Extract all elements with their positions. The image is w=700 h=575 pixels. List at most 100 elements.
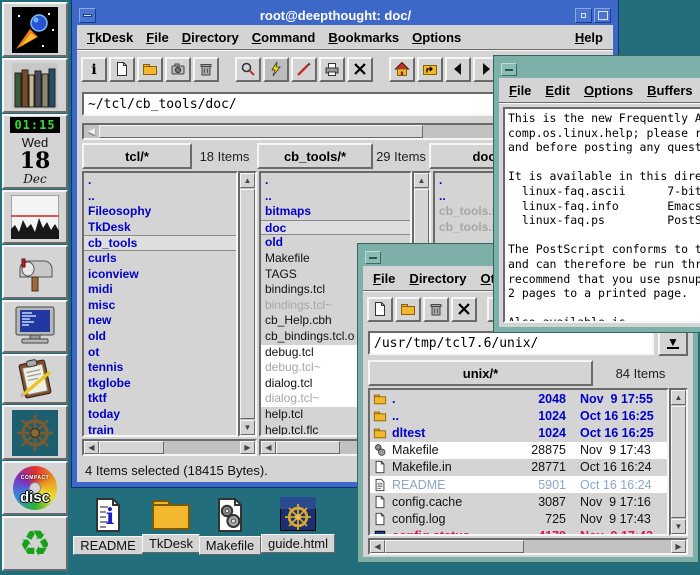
browser-vscrollbar[interactable]: ▲ ▼: [669, 388, 688, 536]
print-button[interactable]: [319, 57, 345, 82]
file-item[interactable]: iconview: [84, 267, 236, 283]
path-input[interactable]: [368, 331, 654, 355]
scroll-left-arrow[interactable]: ◀: [84, 441, 99, 454]
home-button[interactable]: [389, 57, 415, 82]
dock-mailbox-button[interactable]: [2, 245, 68, 299]
menu-tkdesk[interactable]: TkDesk: [87, 30, 133, 45]
window-menu-button[interactable]: [365, 251, 381, 264]
back-button[interactable]: [445, 57, 471, 82]
pane-scroll-marker[interactable]: ◀: [84, 125, 99, 138]
scroll-thumb[interactable]: [276, 441, 340, 454]
menu-file[interactable]: File: [373, 271, 395, 286]
file-item[interactable]: Fileosophy: [84, 204, 236, 220]
scroll-left-arrow[interactable]: ◀: [261, 441, 276, 454]
main-window-titlebar[interactable]: root@deepthought: doc/: [77, 5, 613, 25]
file-item[interactable]: tktf: [84, 391, 236, 407]
scroll-thumb[interactable]: [385, 540, 524, 553]
dock-books-button[interactable]: [2, 58, 68, 113]
file-item-active[interactable]: cb_tools: [84, 235, 236, 251]
pane2-header-button[interactable]: cb_tools/*: [257, 143, 373, 169]
scroll-down-arrow[interactable]: ▼: [671, 519, 686, 534]
desktop-icon-tkdesk[interactable]: TkDesk: [142, 497, 200, 553]
scroll-left-arrow[interactable]: ◀: [370, 540, 385, 553]
scroll-thumb[interactable]: [240, 189, 255, 419]
maximize-button[interactable]: [594, 8, 611, 23]
info-button[interactable]: [81, 57, 107, 82]
menu-file[interactable]: File: [146, 30, 168, 45]
dock-cdrom-button[interactable]: COMPACT disc: [2, 461, 68, 515]
scroll-thumb[interactable]: [99, 441, 164, 454]
scroll-up-arrow[interactable]: ▲: [240, 173, 255, 188]
pane1-hscrollbar[interactable]: ◀ ▶: [82, 439, 257, 456]
edit-button[interactable]: [291, 57, 317, 82]
search-button[interactable]: [235, 57, 261, 82]
pane-scroll-thumb[interactable]: [99, 125, 423, 138]
delete-button[interactable]: [451, 297, 477, 322]
open-folder-button[interactable]: [395, 297, 421, 322]
pane1-header-button[interactable]: tcl/*: [82, 143, 192, 169]
file-row[interactable]: dltest1024Oct 16 16:25: [370, 424, 667, 441]
file-item[interactable]: ..: [261, 189, 410, 205]
file-row[interactable]: Makefile.in28771Oct 16 16:24: [370, 459, 667, 476]
scroll-thumb[interactable]: [671, 406, 686, 518]
scroll-up-arrow[interactable]: ▲: [414, 173, 429, 188]
desktop-icon-makefile[interactable]: Makefile: [198, 497, 262, 555]
dock-load-graph-button[interactable]: [2, 190, 68, 244]
file-row-selected[interactable]: Makefile28875Nov 9 17:43: [370, 442, 667, 459]
file-item[interactable]: TkDesk: [84, 220, 236, 236]
file-row[interactable]: config.cache3087Nov 9 17:16: [370, 493, 667, 510]
editor-titlebar[interactable]: [499, 61, 700, 78]
dock-helm-button[interactable]: [2, 405, 68, 460]
dir-header-button[interactable]: unix/*: [368, 360, 593, 386]
file-item[interactable]: tkglobe: [84, 376, 236, 392]
pane1-list[interactable]: . .. Fileosophy TkDesk cb_tools curls ic…: [82, 171, 238, 437]
delete-button[interactable]: [347, 57, 373, 82]
menu-directory[interactable]: Directory: [182, 30, 239, 45]
new-file-button[interactable]: [367, 297, 393, 322]
menu-buffers[interactable]: Buffers: [647, 83, 693, 98]
file-rows[interactable]: .2048Nov 9 17:55 ..1024Oct 16 16:25 dlte…: [368, 388, 669, 536]
menu-options[interactable]: Options: [412, 30, 461, 45]
snapshot-button[interactable]: [165, 57, 191, 82]
window-menu-button[interactable]: [79, 8, 96, 23]
dock-clipboard-button[interactable]: [2, 354, 68, 404]
menu-directory[interactable]: Directory: [409, 271, 466, 286]
scroll-right-arrow[interactable]: ▶: [671, 540, 686, 553]
file-item[interactable]: tennis: [84, 360, 236, 376]
file-row[interactable]: .2048Nov 9 17:55: [370, 390, 667, 407]
file-item[interactable]: .: [84, 173, 236, 189]
menu-bookmarks[interactable]: Bookmarks: [328, 30, 399, 45]
menu-command[interactable]: Command: [252, 30, 316, 45]
desktop-icon-guide-html[interactable]: guide.html: [262, 497, 334, 553]
menu-options[interactable]: Options: [584, 83, 633, 98]
trash-button[interactable]: [423, 297, 449, 322]
execute-button[interactable]: [263, 57, 289, 82]
file-row[interactable]: config.status4179Nov 9 17:43: [370, 528, 667, 537]
file-item[interactable]: curls: [84, 251, 236, 267]
editor-text-area[interactable]: This is the new Frequently Asked comp.os…: [503, 107, 700, 323]
up-directory-button[interactable]: [417, 57, 443, 82]
file-row[interactable]: config.log725Nov 9 17:43: [370, 510, 667, 527]
browser-hscrollbar[interactable]: ◀ ▶: [368, 538, 688, 555]
new-file-button[interactable]: [109, 57, 135, 82]
scroll-down-arrow[interactable]: ▼: [240, 420, 255, 435]
file-item[interactable]: new: [84, 313, 236, 329]
file-item[interactable]: today: [84, 407, 236, 423]
window-menu-button[interactable]: [501, 63, 517, 76]
menu-edit[interactable]: Edit: [545, 83, 570, 98]
file-row-selected[interactable]: README5901Oct 16 16:24: [370, 476, 667, 493]
file-item[interactable]: midi: [84, 282, 236, 298]
dock-recycle-button[interactable]: ♻: [2, 516, 68, 571]
path-history-button[interactable]: ▼: [658, 330, 688, 356]
dock-comet-button[interactable]: [2, 2, 68, 57]
dock-clock-calendar-button[interactable]: 01:15 Wed 18 Dec: [2, 114, 68, 189]
menu-file[interactable]: File: [509, 83, 531, 98]
file-item[interactable]: ..: [84, 189, 236, 205]
file-item[interactable]: old: [84, 329, 236, 345]
dock-terminal-button[interactable]: [2, 300, 68, 353]
open-folder-button[interactable]: [137, 57, 163, 82]
file-item[interactable]: misc: [84, 298, 236, 314]
menu-help[interactable]: Help: [575, 30, 603, 45]
scroll-right-arrow[interactable]: ▶: [240, 441, 255, 454]
iconify-button[interactable]: [575, 8, 592, 23]
